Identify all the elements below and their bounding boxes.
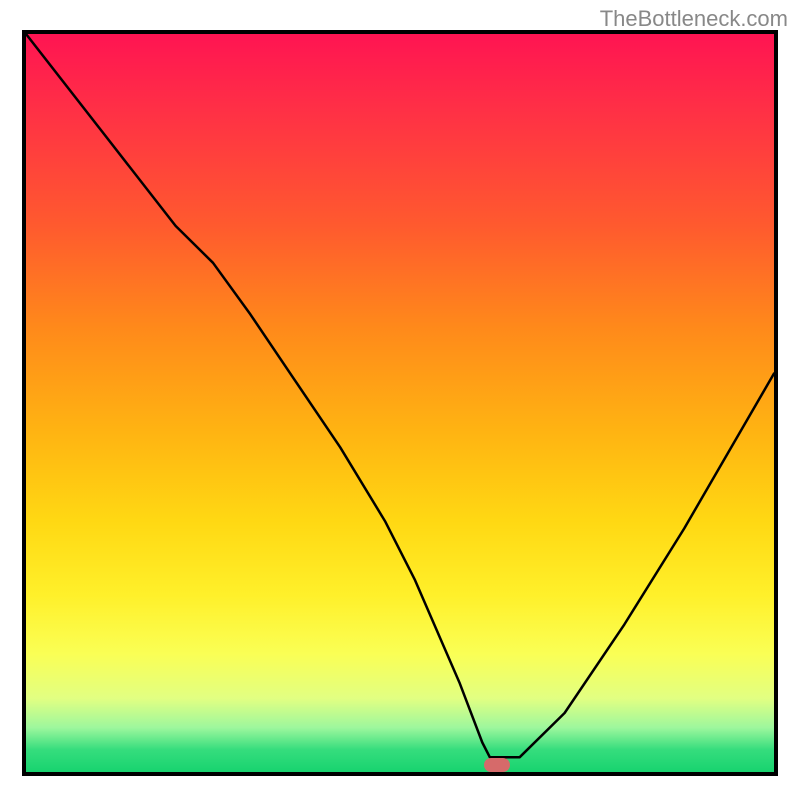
bottleneck-marker [484, 758, 510, 772]
watermark-text: TheBottleneck.com [600, 6, 788, 32]
chart-container: TheBottleneck.com [0, 0, 800, 800]
curve-line [26, 34, 774, 772]
plot-area [22, 30, 778, 776]
